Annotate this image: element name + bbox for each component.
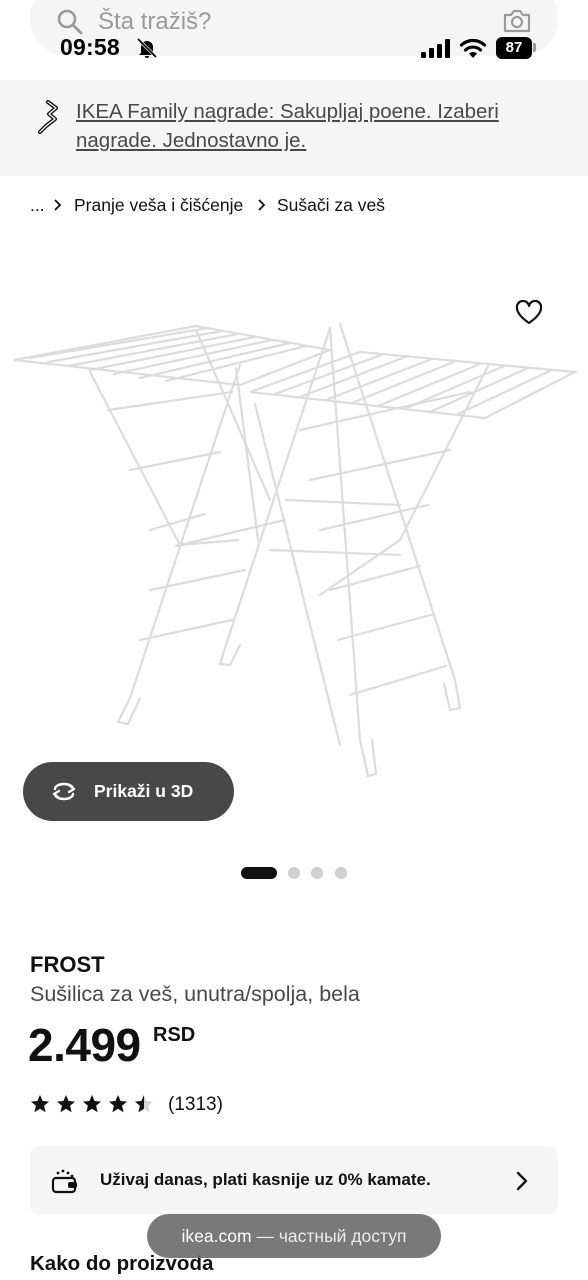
star-icon: [57, 1095, 75, 1113]
chevron-right-icon: [54, 199, 62, 211]
view-3d-button[interactable]: Prikaži u 3D: [23, 762, 234, 821]
camera-icon[interactable]: [502, 8, 532, 34]
browser-toast: ikea.com — частный доступ: [147, 1214, 441, 1258]
product-price: 2.499: [28, 1019, 141, 1071]
heart-icon[interactable]: [515, 300, 543, 326]
battery-level: 87: [496, 37, 532, 59]
promo-icon: [38, 100, 58, 134]
product-description: Sušilica za veš, unutra/spolja, bela: [30, 982, 360, 1006]
toast-domain: ikea.com: [181, 1226, 252, 1246]
carousel-dot-3[interactable]: [311, 867, 323, 879]
star-half-icon: [135, 1095, 153, 1113]
product-currency: RSD: [153, 1024, 196, 1046]
breadcrumb-item-laundry[interactable]: Pranje veša i čišćenje: [74, 195, 243, 216]
chevron-right-icon: [258, 199, 266, 211]
payment-info-card[interactable]: Uživaj danas, plati kasnije uz 0% kamate…: [30, 1146, 558, 1215]
search-icon[interactable]: [56, 8, 84, 36]
star-icon: [109, 1095, 127, 1113]
breadcrumb-ellipsis[interactable]: ...: [30, 195, 45, 216]
status-time: 09:58: [60, 34, 120, 60]
top-bar: Šta tražiš? 09:58 87: [0, 0, 588, 80]
signal-icon: [421, 39, 450, 58]
carousel-dot-1[interactable]: [241, 867, 277, 879]
star-icon: [31, 1095, 49, 1113]
breadcrumb-item-dryers[interactable]: Sušači za veš: [277, 195, 385, 216]
promo-banner[interactable]: IKEA Family nagrade: Sakupljaj poene. Iz…: [0, 80, 588, 176]
payment-icon: [51, 1169, 77, 1194]
bell-slash-icon: [136, 37, 158, 59]
battery-tip: [533, 43, 536, 52]
toast-note: — частный доступ: [256, 1226, 407, 1246]
search-input[interactable]: Šta tražiš?: [98, 8, 211, 36]
star-icon: [83, 1095, 101, 1113]
rotate-3d-icon: [52, 782, 76, 801]
promo-link[interactable]: IKEA Family nagrade: Sakupljaj poene. Iz…: [76, 97, 546, 155]
review-count[interactable]: (1313): [168, 1094, 223, 1116]
payment-text: Uživaj danas, plati kasnije uz 0% kamate…: [100, 1170, 431, 1189]
view-3d-label: Prikaži u 3D: [94, 781, 194, 801]
chevron-right-icon[interactable]: [516, 1171, 528, 1191]
carousel-dot-2[interactable]: [288, 867, 300, 879]
product-name: FROST: [30, 952, 105, 977]
wifi-icon: [459, 38, 487, 58]
carousel-dot-4[interactable]: [335, 867, 347, 879]
